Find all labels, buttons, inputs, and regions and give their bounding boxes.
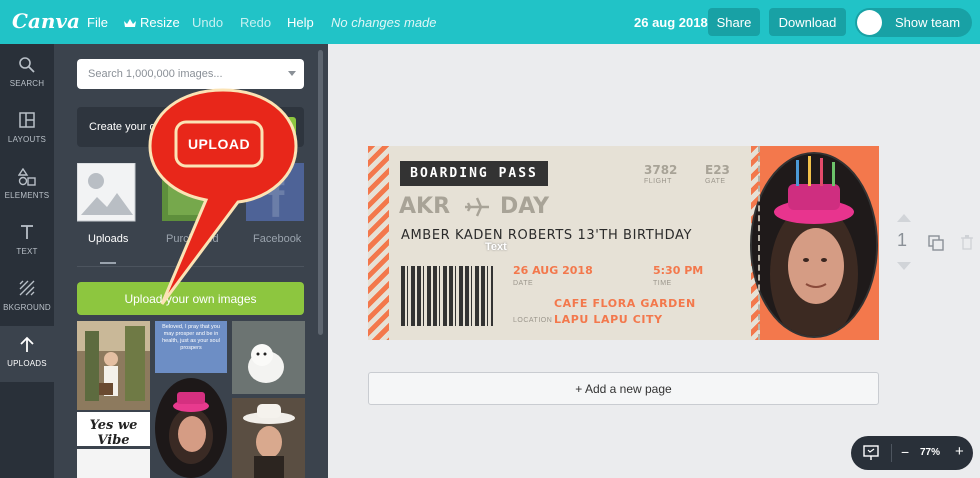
zoom-separator — [891, 444, 892, 462]
origin-code[interactable]: AKR — [399, 194, 450, 219]
airplane-icon — [465, 197, 489, 217]
uploads-source-tile[interactable] — [76, 162, 136, 222]
download-button[interactable]: Download — [769, 8, 846, 36]
event-date[interactable]: 26 AUG 2018 — [513, 264, 593, 277]
layouts-icon — [19, 112, 35, 128]
undo-button[interactable]: Undo — [192, 15, 223, 30]
nav-label: LAYOUTS — [7, 135, 47, 144]
destination-code[interactable]: DAY — [500, 194, 549, 219]
upload-callout — [148, 88, 298, 305]
flight-label: FLIGHT — [644, 178, 672, 185]
nav-label: ELEMENTS — [4, 191, 50, 200]
event-time[interactable]: 5:30 PM — [653, 264, 703, 277]
quote-thumbnail[interactable]: Beloved, I pray that you may prosper and… — [155, 321, 227, 373]
resize-label: Resize — [140, 15, 180, 30]
nav-elements[interactable]: ELEMENTS — [0, 158, 54, 214]
date-label: DATE — [513, 280, 534, 287]
top-bar: Canva File Resize Undo Redo Help No chan… — [0, 0, 980, 44]
uploads-tile-label: Uploads — [88, 233, 129, 245]
help-menu[interactable]: Help — [287, 15, 314, 30]
ticket-left-stripes — [368, 146, 389, 340]
upload-thumbnail-1[interactable] — [77, 321, 150, 410]
girl-oval-thumbnail[interactable] — [155, 378, 227, 478]
search-placeholder: Search 1,000,000 images... — [88, 68, 223, 80]
passenger-name[interactable]: AMBER KADEN ROBERTS 13'TH BIRTHDAY — [401, 228, 692, 243]
cowboy-hat-thumbnail[interactable] — [232, 398, 305, 478]
file-menu[interactable]: File — [87, 15, 108, 30]
callout-label: UPLOAD — [187, 136, 251, 152]
share-button[interactable]: Share — [708, 8, 760, 36]
puppy-thumbnail[interactable] — [232, 321, 305, 394]
boarding-pass-title[interactable]: BOARDING PASS — [400, 161, 548, 186]
nav-label: BKGROUND — [3, 303, 51, 312]
nav-search[interactable]: SEARCH — [0, 46, 54, 102]
nav-uploads[interactable]: UPLOADS — [0, 326, 54, 382]
gate-label: GATE — [705, 178, 726, 185]
page-number: 1 — [897, 230, 908, 250]
active-tab-indicator — [100, 262, 116, 264]
quote-text: Beloved, I pray that you may prosper and… — [162, 324, 220, 351]
upload-icon — [20, 336, 34, 352]
show-team-toggle[interactable]: Show team — [855, 8, 972, 37]
image-search-input[interactable]: Search 1,000,000 images... — [77, 59, 304, 89]
nav-text[interactable]: TEXT — [0, 214, 54, 270]
panel-scrollbar[interactable] — [318, 50, 323, 335]
redo-button[interactable]: Redo — [240, 15, 271, 30]
vibe-text: Yes we Vibe — [89, 418, 138, 446]
nav-layouts[interactable]: LAYOUTS — [0, 102, 54, 158]
flight-number[interactable]: 3782 — [644, 163, 677, 177]
gate-number[interactable]: E23 — [705, 163, 730, 177]
toggle-knob — [857, 10, 882, 35]
image-placeholder-icon — [76, 162, 136, 222]
save-status: No changes made — [331, 15, 437, 30]
barcode[interactable] — [401, 266, 493, 326]
chevron-down-icon[interactable] — [288, 71, 296, 76]
yes-we-vibe-thumbnail[interactable]: Yes we Vibe — [77, 412, 150, 446]
presentation-icon[interactable] — [863, 445, 879, 461]
zoom-out-button[interactable]: − — [901, 444, 909, 460]
left-nav: SEARCH LAYOUTS ELEMENTS TEXT BKGROUND UP… — [0, 44, 54, 478]
nav-background[interactable]: BKGROUND — [0, 270, 54, 326]
text-overlay-placeholder[interactable]: Text — [485, 241, 507, 253]
crown-icon — [124, 18, 136, 27]
duplicate-page-icon[interactable] — [928, 235, 944, 251]
move-page-up-icon[interactable] — [897, 214, 911, 222]
location-label: LOCATION — [513, 317, 553, 324]
show-team-label: Show team — [895, 15, 961, 30]
document-date: 26 aug 2018 — [634, 15, 708, 30]
zoom-level[interactable]: 77% — [920, 447, 940, 458]
nav-label: SEARCH — [9, 79, 45, 88]
ticket-perforation — [758, 146, 760, 340]
upload-thumbnail-blank[interactable] — [77, 449, 150, 478]
nav-label: TEXT — [16, 247, 38, 256]
location-line-2[interactable]: LAPU LAPU CITY — [554, 313, 663, 326]
zoom-bar: − 77% + — [851, 436, 973, 470]
move-page-down-icon[interactable] — [897, 262, 911, 270]
text-icon — [21, 225, 33, 239]
background-icon — [19, 280, 35, 296]
resize-menu[interactable]: Resize — [124, 15, 180, 30]
canva-logo[interactable]: Canva — [12, 9, 80, 33]
elements-icon — [18, 168, 36, 186]
zoom-in-button[interactable]: + — [955, 443, 964, 460]
trash-icon[interactable] — [961, 235, 973, 250]
time-label: TIME — [653, 280, 672, 287]
ticket-photo[interactable] — [750, 152, 878, 338]
nav-label: UPLOADS — [7, 359, 47, 368]
add-new-page-button[interactable]: + Add a new page — [368, 372, 879, 405]
location-line-1[interactable]: CAFE FLORA GARDEN — [554, 297, 696, 310]
search-icon — [19, 57, 35, 73]
